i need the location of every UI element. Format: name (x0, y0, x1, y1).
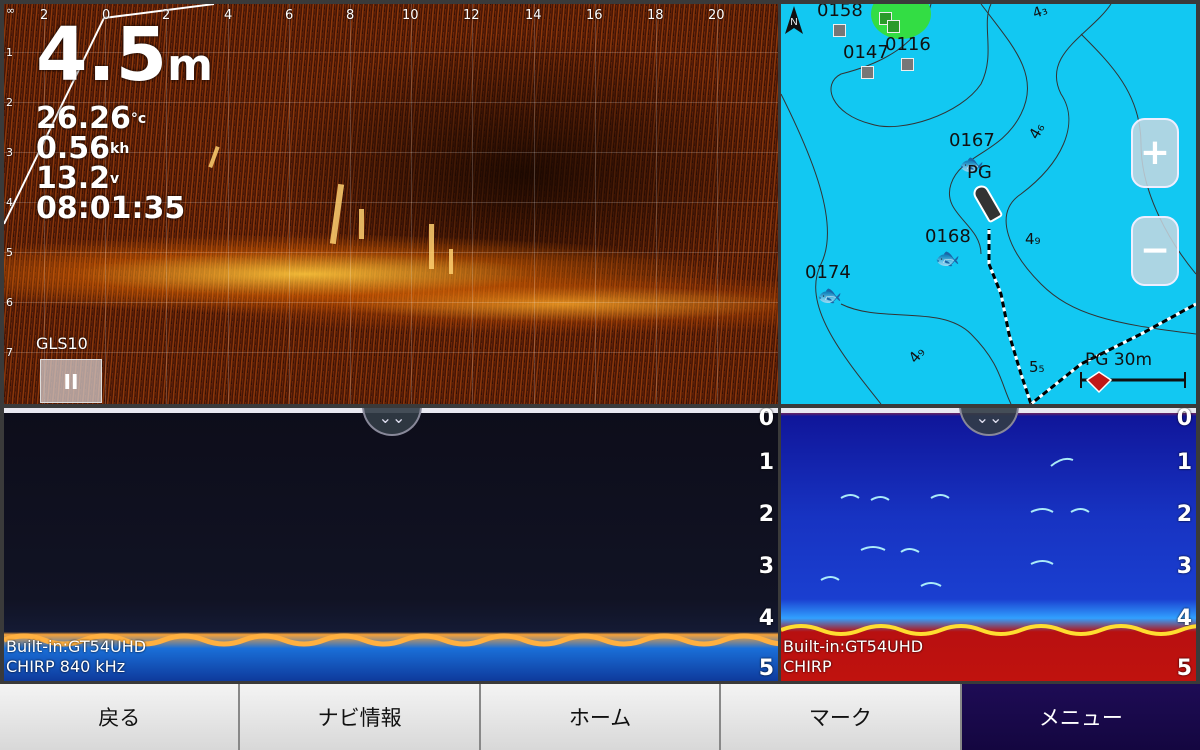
north-arrow-icon: N (785, 6, 803, 34)
axis-label: ∞ (6, 4, 16, 17)
waypoint-label: 0158 (817, 4, 863, 21)
contour-label: 4₉ (1025, 230, 1041, 248)
chirp-sonar-right-pane[interactable]: 0 1 2 3 4 5 Built-in:GT54UHD CHIRP ⌄⌄ (781, 408, 1196, 681)
fish-icon[interactable]: 🐟 (817, 283, 842, 307)
water-temp-readout: 26.26°c (36, 104, 146, 134)
depth-scale-label: 1 (758, 450, 774, 475)
depth-scale-label: 5 (758, 656, 774, 681)
back-button[interactable]: 戻る (0, 684, 241, 750)
fish-icon[interactable]: 🐟 (935, 246, 960, 270)
axis-label: 4 (224, 8, 233, 23)
waypoint-label: 0147 (843, 42, 889, 63)
depth-scale-label: 1 (1176, 450, 1192, 475)
menu-button[interactable]: メニュー (961, 684, 1200, 750)
nav-info-button[interactable]: ナビ情報 (240, 684, 481, 750)
axis-label: 14 (525, 8, 542, 23)
time-readout: 08:01:35 (36, 191, 186, 226)
waypoint-marker[interactable] (861, 66, 874, 79)
waypoint-label: 0174 (805, 262, 851, 283)
pause-button[interactable]: II (40, 359, 102, 403)
axis-label: 6 (285, 8, 294, 23)
depth-scale-label: 2 (1176, 502, 1192, 527)
svg-text:N: N (790, 17, 797, 28)
water-temp-unit: °c (130, 111, 147, 127)
waypoint-label: 0167 (949, 130, 995, 151)
sonar-frequency-label: CHIRP 840 kHz (6, 657, 126, 676)
axis-label: 6 (6, 296, 13, 309)
chirp-sonar-left-pane[interactable]: 0 1 2 3 4 5 Built-in:GT54UHD CHIRP 840 k… (4, 408, 778, 681)
axis-label: 4 (6, 196, 13, 209)
depth-readout: 4.5m (36, 18, 213, 103)
sonar-source-label: Built-in:GT54UHD (783, 637, 924, 656)
axis-label: 2 (6, 96, 13, 109)
livescope-sonar-pane[interactable]: ∞ 2 0 2 4 6 8 10 12 14 16 18 20 1 2 3 4 … (4, 4, 778, 404)
depth-scale-label: 5 (1176, 656, 1192, 681)
depth-scale-label: 2 (758, 502, 774, 527)
sonar-source-label: Built-in:GT54UHD (6, 637, 147, 656)
zoom-out-button[interactable]: − (1131, 216, 1179, 286)
chevron-down-icon: ⌄⌄ (378, 408, 406, 427)
source-label: GLS10 (36, 334, 88, 353)
axis-label: 5 (6, 246, 13, 259)
axis-label: 1 (6, 46, 13, 59)
waypoint-marker[interactable] (887, 20, 900, 33)
navigation-map-pane[interactable]: 4₃ 4₆ 4₉ 4₉ 5₅ 0158 0147 0116 0167 🐟 PG … (781, 4, 1196, 404)
speed-readout: 0.56kh (36, 134, 129, 164)
depth-scale-label: 3 (1176, 554, 1192, 579)
depth-scale-label: 3 (758, 554, 774, 579)
depth-scale-label: 4 (758, 606, 774, 631)
depth-value: 4.5 (36, 12, 168, 98)
axis-label: 16 (586, 8, 603, 23)
sonar-frequency-label: CHIRP (783, 657, 832, 676)
waypoint-label: PG (967, 162, 992, 183)
voltage-readout: 13.2v (36, 164, 119, 194)
speed-unit: kh (110, 141, 130, 157)
axis-label: 18 (647, 8, 664, 23)
chartplotter-screen: ∞ 2 0 2 4 6 8 10 12 14 16 18 20 1 2 3 4 … (0, 0, 1200, 750)
contour-label: 5₅ (1029, 358, 1045, 376)
map-scale-label: PG 30m (1085, 350, 1153, 370)
waypoint-label: 0168 (925, 226, 971, 247)
home-button[interactable]: ホーム (480, 684, 722, 750)
voltage-unit: v (110, 171, 120, 187)
axis-label: 12 (463, 8, 480, 23)
axis-label: 3 (6, 146, 13, 159)
axis-label: 10 (402, 8, 419, 23)
depth-scale-label: 0 (758, 408, 774, 431)
waypoint-label: 0116 (885, 34, 931, 55)
depth-scale-label: 0 (1176, 408, 1192, 431)
zoom-in-button[interactable]: + (1131, 118, 1179, 188)
axis-label: 8 (346, 8, 355, 23)
depth-scale-label: 4 (1176, 606, 1192, 631)
bottom-nav-bar: 戻る ナビ情報 ホーム マーク メニュー (0, 684, 1200, 750)
axis-label: 7 (6, 346, 13, 359)
waypoint-marker[interactable] (833, 24, 846, 37)
depth-unit: m (167, 40, 213, 91)
pause-icon: II (63, 370, 79, 394)
chevron-down-icon: ⌄⌄ (975, 408, 1003, 427)
waypoint-marker[interactable] (901, 58, 914, 71)
mark-button[interactable]: マーク (721, 684, 962, 750)
axis-label: 20 (708, 8, 725, 23)
